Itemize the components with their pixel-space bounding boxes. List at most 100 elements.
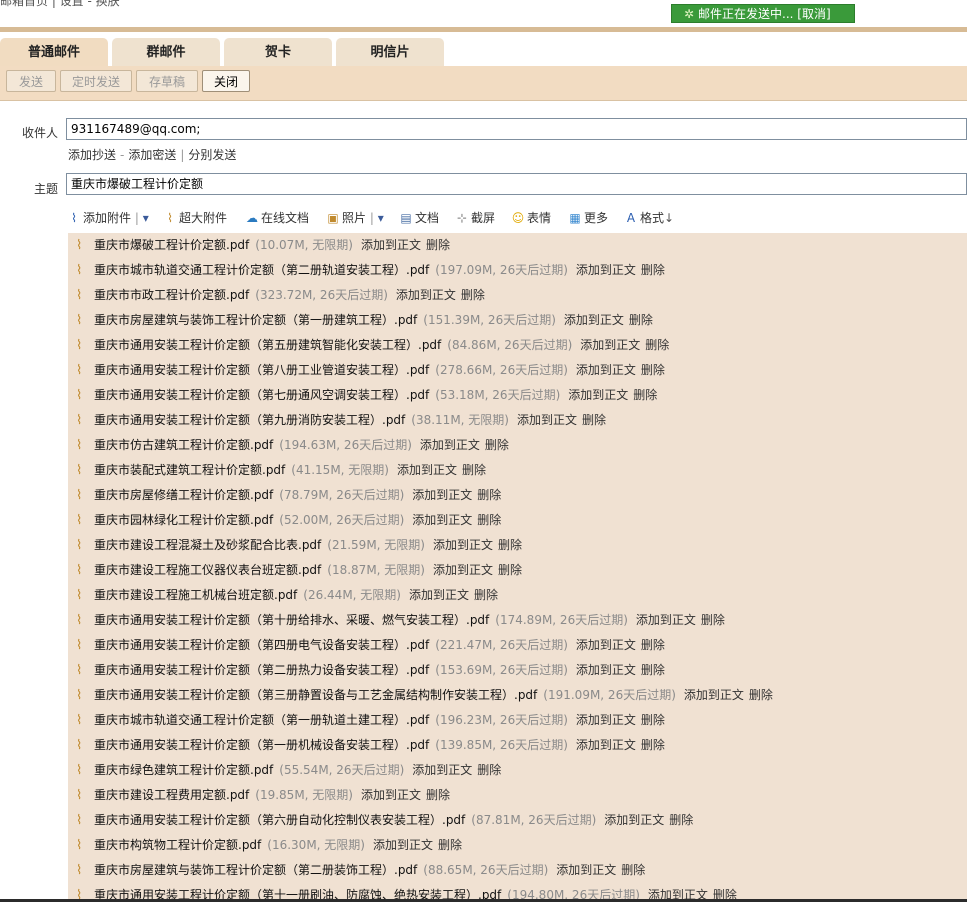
add-to-body-link[interactable]: 添加到正文 bbox=[409, 588, 469, 602]
big-attachment-button[interactable]: ⌇ 超大附件 bbox=[162, 208, 227, 228]
attachment-name: 重庆市城市轨道交通工程计价定额（第二册轨道安装工程）.pdf bbox=[94, 263, 430, 277]
format-button[interactable]: A 格式↓ bbox=[623, 208, 674, 228]
paperclip-icon: ⌇ bbox=[167, 211, 173, 225]
chevron-down-icon[interactable]: ▾ bbox=[139, 211, 149, 225]
add-to-body-link[interactable]: 添加到正文 bbox=[568, 388, 628, 402]
add-to-body-link[interactable]: 添加到正文 bbox=[412, 763, 472, 777]
delete-attachment-link[interactable]: 删除 bbox=[426, 238, 450, 252]
tab-normal-mail[interactable]: 普通邮件 bbox=[0, 38, 108, 66]
tab-greeting-card[interactable]: 贺卡 bbox=[224, 38, 332, 66]
delete-attachment-link[interactable]: 删除 bbox=[641, 638, 665, 652]
add-to-body-link[interactable]: 添加到正文 bbox=[576, 638, 636, 652]
delete-attachment-link[interactable]: 删除 bbox=[498, 538, 522, 552]
delete-attachment-link[interactable]: 删除 bbox=[641, 363, 665, 377]
add-cc-link[interactable]: 添加抄送 bbox=[68, 148, 116, 162]
attachment-item: ⌇ 重庆市通用安装工程计价定额（第五册建筑智能化安装工程）.pdf (84.86M,… bbox=[76, 335, 669, 355]
attachment-meta: (221.47M, 26天后过期) bbox=[435, 638, 568, 652]
add-to-body-link[interactable]: 添加到正文 bbox=[396, 288, 456, 302]
screenshot-button[interactable]: ⊹ 截屏 bbox=[454, 208, 495, 228]
photo-button[interactable]: ▣ 照片 | ▾ bbox=[325, 208, 384, 228]
attachment-meta: (38.11M, 无限期) bbox=[411, 413, 509, 427]
delete-attachment-link[interactable]: 删除 bbox=[641, 713, 665, 727]
attachment-meta: (151.39M, 26天后过期) bbox=[423, 313, 556, 327]
delete-attachment-link[interactable]: 删除 bbox=[645, 338, 669, 352]
document-button[interactable]: ▤ 文档 bbox=[398, 208, 439, 228]
close-button[interactable]: 关闭 bbox=[202, 70, 250, 92]
tab-group-mail[interactable]: 群邮件 bbox=[112, 38, 220, 66]
delete-attachment-link[interactable]: 删除 bbox=[474, 588, 498, 602]
attachment-name: 重庆市装配式建筑工程计价定额.pdf bbox=[94, 463, 286, 477]
attachment-meta: (21.59M, 无限期) bbox=[327, 538, 425, 552]
attachment-item: ⌇ 重庆市通用安装工程计价定额（第六册自动化控制仪表安装工程）.pdf (87.81… bbox=[76, 810, 693, 830]
add-to-body-link[interactable]: 添加到正文 bbox=[684, 688, 744, 702]
sending-status-badge[interactable]: ✲ 邮件正在发送中... [取消] bbox=[671, 4, 855, 23]
add-to-body-link[interactable]: 添加到正文 bbox=[576, 363, 636, 377]
delete-attachment-link[interactable]: 删除 bbox=[462, 463, 486, 477]
paperclip-icon: ⌇ bbox=[76, 388, 83, 403]
separate-send-link[interactable]: 分别发送 bbox=[188, 148, 236, 162]
add-to-body-link[interactable]: 添加到正文 bbox=[576, 663, 636, 677]
breadcrumb: 邮箱首页 | 设置 - 换肤 bbox=[0, 0, 120, 8]
send-button[interactable]: 发送 bbox=[6, 70, 56, 92]
delete-attachment-link[interactable]: 删除 bbox=[641, 663, 665, 677]
attachment-item: ⌇ 重庆市通用安装工程计价定额（第九册消防安装工程）.pdf (38.11M, 无限… bbox=[76, 410, 606, 430]
delete-attachment-link[interactable]: 删除 bbox=[438, 838, 462, 852]
add-to-body-link[interactable]: 添加到正文 bbox=[580, 338, 640, 352]
chevron-down-icon[interactable]: ▾ bbox=[374, 211, 384, 225]
attachment-meta: (52.00M, 26天后过期) bbox=[279, 513, 405, 527]
delete-attachment-link[interactable]: 删除 bbox=[477, 488, 501, 502]
add-to-body-link[interactable]: 添加到正文 bbox=[636, 613, 696, 627]
to-field[interactable]: 931167489@qq.com; bbox=[66, 118, 967, 140]
add-to-body-link[interactable]: 添加到正文 bbox=[361, 238, 421, 252]
delete-attachment-link[interactable]: 删除 bbox=[641, 263, 665, 277]
add-to-body-link[interactable]: 添加到正文 bbox=[361, 788, 421, 802]
attachment-meta: (88.65M, 26天后过期) bbox=[423, 863, 549, 877]
delete-attachment-link[interactable]: 删除 bbox=[477, 763, 501, 777]
add-to-body-link[interactable]: 添加到正文 bbox=[517, 413, 577, 427]
add-to-body-link[interactable]: 添加到正文 bbox=[576, 738, 636, 752]
add-to-body-link[interactable]: 添加到正文 bbox=[412, 488, 472, 502]
delete-attachment-link[interactable]: 删除 bbox=[426, 788, 450, 802]
paperclip-icon: ⌇ bbox=[76, 263, 83, 278]
timed-send-button[interactable]: 定时发送 bbox=[60, 70, 132, 92]
add-to-body-link[interactable]: 添加到正文 bbox=[397, 463, 457, 477]
delete-attachment-link[interactable]: 删除 bbox=[498, 563, 522, 577]
add-to-body-link[interactable]: 添加到正文 bbox=[420, 438, 480, 452]
delete-attachment-link[interactable]: 删除 bbox=[477, 513, 501, 527]
delete-attachment-link[interactable]: 删除 bbox=[749, 688, 773, 702]
attachment-meta: (19.85M, 无限期) bbox=[255, 788, 353, 802]
add-to-body-link[interactable]: 添加到正文 bbox=[564, 313, 624, 327]
delete-attachment-link[interactable]: 删除 bbox=[641, 738, 665, 752]
photo-icon: ▣ bbox=[327, 211, 339, 225]
add-to-body-link[interactable]: 添加到正文 bbox=[576, 263, 636, 277]
online-doc-button[interactable]: ☁ 在线文档 bbox=[244, 208, 309, 228]
tab-postcard[interactable]: 明信片 bbox=[336, 38, 444, 66]
attachment-meta: (87.81M, 26天后过期) bbox=[471, 813, 597, 827]
add-to-body-link[interactable]: 添加到正文 bbox=[412, 513, 472, 527]
add-to-body-link[interactable]: 添加到正文 bbox=[604, 813, 664, 827]
emoji-button[interactable]: ☺ 表情 bbox=[510, 208, 551, 228]
screenshot-icon: ⊹ bbox=[456, 211, 468, 225]
delete-attachment-link[interactable]: 删除 bbox=[701, 613, 725, 627]
delete-attachment-link[interactable]: 删除 bbox=[621, 863, 645, 877]
delete-attachment-link[interactable]: 删除 bbox=[629, 313, 653, 327]
add-to-body-link[interactable]: 添加到正文 bbox=[373, 838, 433, 852]
paperclip-icon: ⌇ bbox=[76, 713, 83, 728]
subject-field[interactable]: 重庆市爆破工程计价定额 bbox=[66, 173, 967, 195]
more-button[interactable]: ▦ 更多 bbox=[567, 208, 608, 228]
add-to-body-link[interactable]: 添加到正文 bbox=[556, 863, 616, 877]
add-to-body-link[interactable]: 添加到正文 bbox=[433, 538, 493, 552]
save-draft-button[interactable]: 存草稿 bbox=[136, 70, 198, 92]
delete-attachment-link[interactable]: 删除 bbox=[461, 288, 485, 302]
attachment-item: ⌇ 重庆市通用安装工程计价定额（第十册给排水、采暖、燃气安装工程）.pdf (174… bbox=[76, 610, 725, 630]
attachment-name: 重庆市通用安装工程计价定额（第三册静置设备与工艺金属结构制作安装工程）.pdf bbox=[94, 688, 538, 702]
add-bcc-link[interactable]: 添加密送 bbox=[128, 148, 176, 162]
delete-attachment-link[interactable]: 删除 bbox=[485, 438, 509, 452]
add-to-body-link[interactable]: 添加到正文 bbox=[576, 713, 636, 727]
paperclip-icon: ⌇ bbox=[76, 413, 83, 428]
delete-attachment-link[interactable]: 删除 bbox=[669, 813, 693, 827]
delete-attachment-link[interactable]: 删除 bbox=[633, 388, 657, 402]
delete-attachment-link[interactable]: 删除 bbox=[582, 413, 606, 427]
add-to-body-link[interactable]: 添加到正文 bbox=[433, 563, 493, 577]
add-attachment-button[interactable]: ⌇ 添加附件 | ▾ bbox=[66, 208, 149, 228]
